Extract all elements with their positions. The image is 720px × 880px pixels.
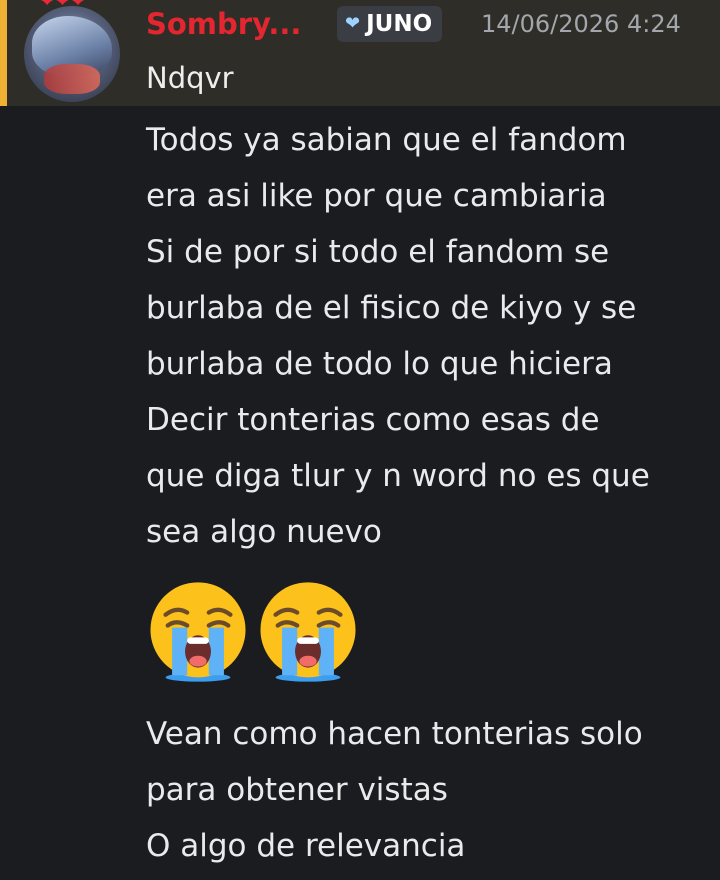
message-line: sea algo nuevo	[146, 514, 382, 550]
server-tag-label: JUNO	[366, 11, 433, 37]
message-line: Si de por si todo el fandom se	[146, 234, 610, 270]
message-line: que diga tlur y n word no es que	[146, 458, 650, 494]
emoji-row	[144, 578, 716, 686]
message-body: Todos ya sabian que el fandom era asi li…	[146, 112, 716, 874]
first-message-line: Ndqvr	[146, 61, 234, 95]
loudly-crying-face-icon[interactable]	[144, 578, 252, 686]
loudly-crying-face-icon[interactable]	[254, 578, 362, 686]
message-line: Decir tonterias como esas de	[146, 402, 600, 438]
timestamp[interactable]: 14/06/2026 4:24	[481, 6, 681, 42]
avatar-art-accent	[44, 64, 100, 94]
message-line: O algo de relevancia	[146, 828, 466, 864]
username[interactable]: Sombry...	[146, 4, 301, 44]
server-tag[interactable]: ❤ JUNO	[337, 6, 443, 42]
message-line: para obtener vistas	[146, 772, 448, 808]
avatar-decoration-hearts: ❤❤❤	[38, 0, 87, 13]
mention-highlight-bar	[0, 0, 7, 106]
message-paragraph: Si de por si todo el fandom se burlaba d…	[146, 224, 716, 392]
message-paragraph: Todos ya sabian que el fandom era asi li…	[146, 112, 716, 224]
avatar[interactable]	[24, 6, 120, 102]
message-line: era asi like por que cambiaria	[146, 178, 607, 214]
message-header: ❤❤❤ Sombry... ❤ JUNO 14/06/2026 4:24 Ndq…	[0, 0, 720, 106]
heart-icon: ❤	[345, 13, 361, 34]
message-paragraph: O algo de relevancia	[146, 818, 716, 874]
message-line: Todos ya sabian que el fandom	[146, 122, 627, 158]
message-line: burlaba de el fisico de kiyo y se	[146, 290, 637, 326]
message-line: burlaba de todo lo que hiciera	[146, 346, 613, 382]
message-line: Vean como hacen tonterias solo	[146, 716, 643, 752]
message-paragraph: Vean como hacen tonterias solo para obte…	[146, 706, 716, 818]
message-paragraph: Decir tonterias como esas de que diga tl…	[146, 392, 716, 560]
